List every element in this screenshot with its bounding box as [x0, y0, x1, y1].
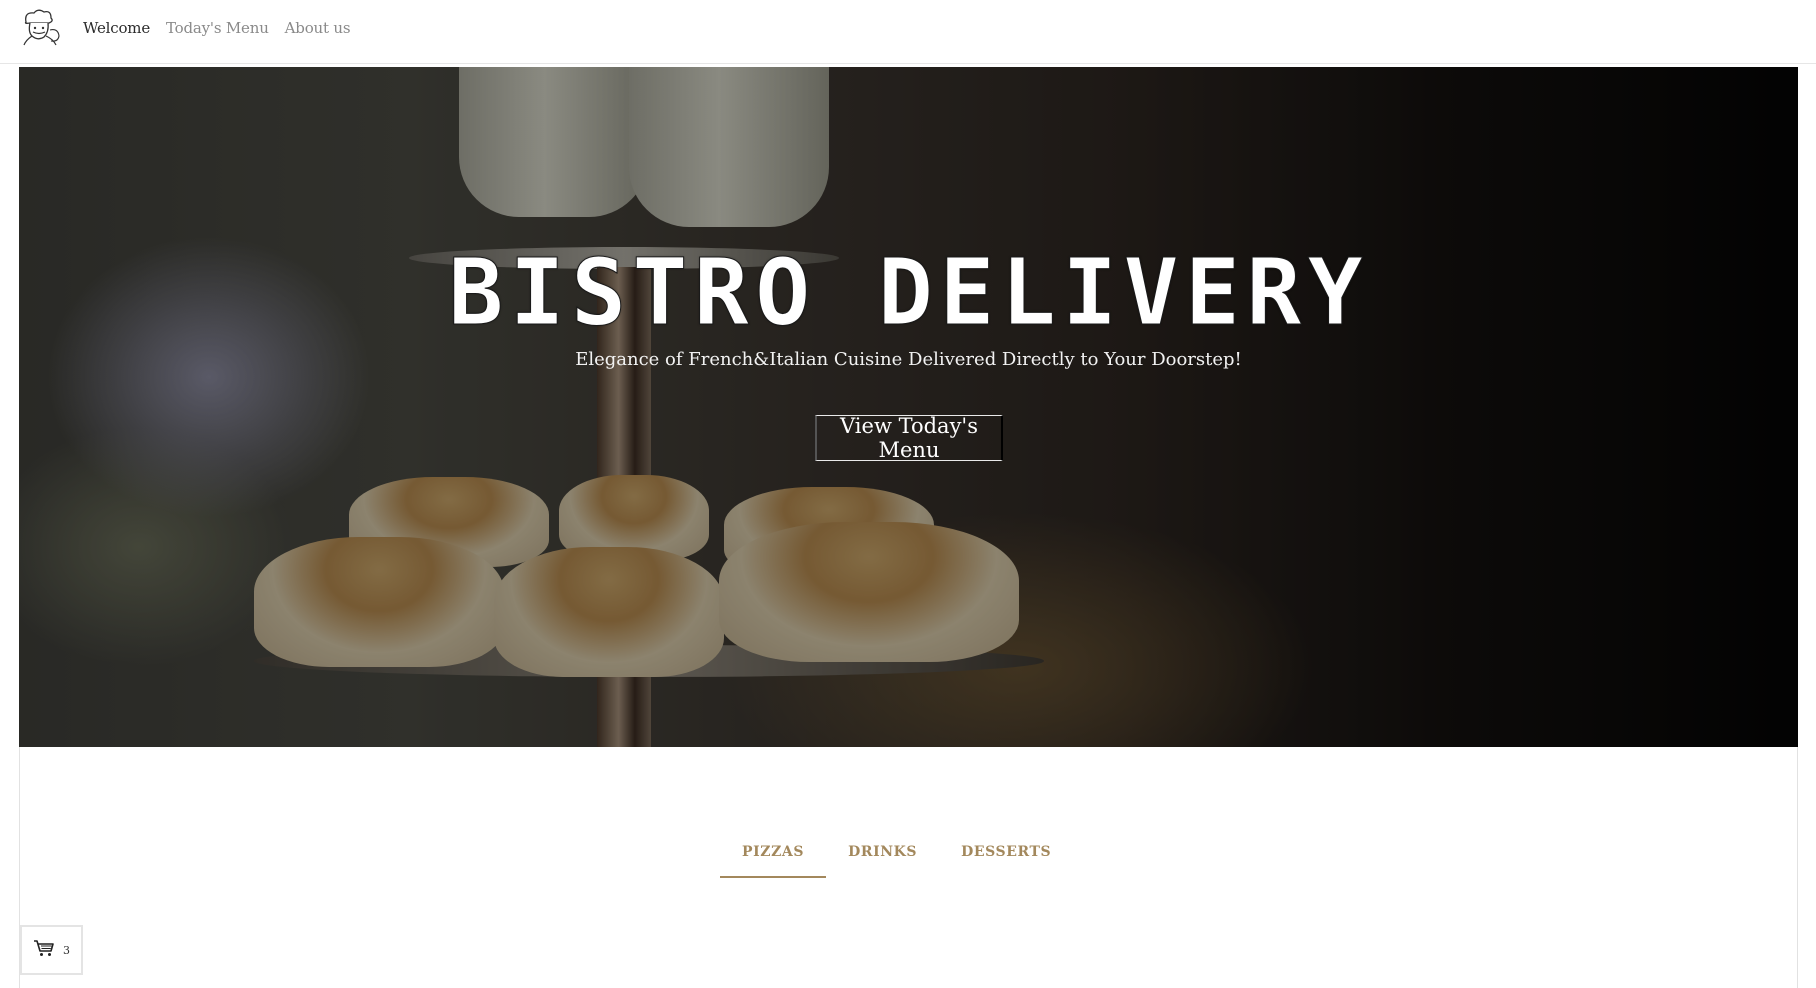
tab-pizzas[interactable]: PIZZAS: [720, 836, 827, 878]
hero-subtitle: Elegance of French&Italian Cuisine Deliv…: [575, 349, 1242, 370]
tab-drinks[interactable]: DRINKS: [826, 836, 939, 878]
tab-desserts[interactable]: DESSERTS: [939, 836, 1073, 878]
top-navbar: Welcome Today's Menu About us: [0, 0, 1816, 64]
hero-title: BISTRO DELIVERY: [448, 239, 1369, 347]
cart-count-badge: 3: [63, 943, 70, 957]
hero-banner: BISTRO DELIVERY Elegance of French&Itali…: [19, 67, 1798, 747]
nav-link-todays-menu[interactable]: Today's Menu: [166, 19, 269, 37]
nav-link-welcome[interactable]: Welcome: [83, 19, 150, 37]
nav-links: Welcome Today's Menu About us: [83, 19, 351, 37]
cart-icon: [33, 939, 55, 961]
view-todays-menu-button[interactable]: View Today's Menu: [815, 414, 1003, 462]
nav-link-about-us[interactable]: About us: [285, 19, 351, 37]
menu-tabs: PIZZAS DRINKS DESSERTS: [720, 836, 1073, 878]
chef-logo-icon[interactable]: [18, 8, 62, 46]
cart-button[interactable]: 3: [20, 925, 83, 975]
